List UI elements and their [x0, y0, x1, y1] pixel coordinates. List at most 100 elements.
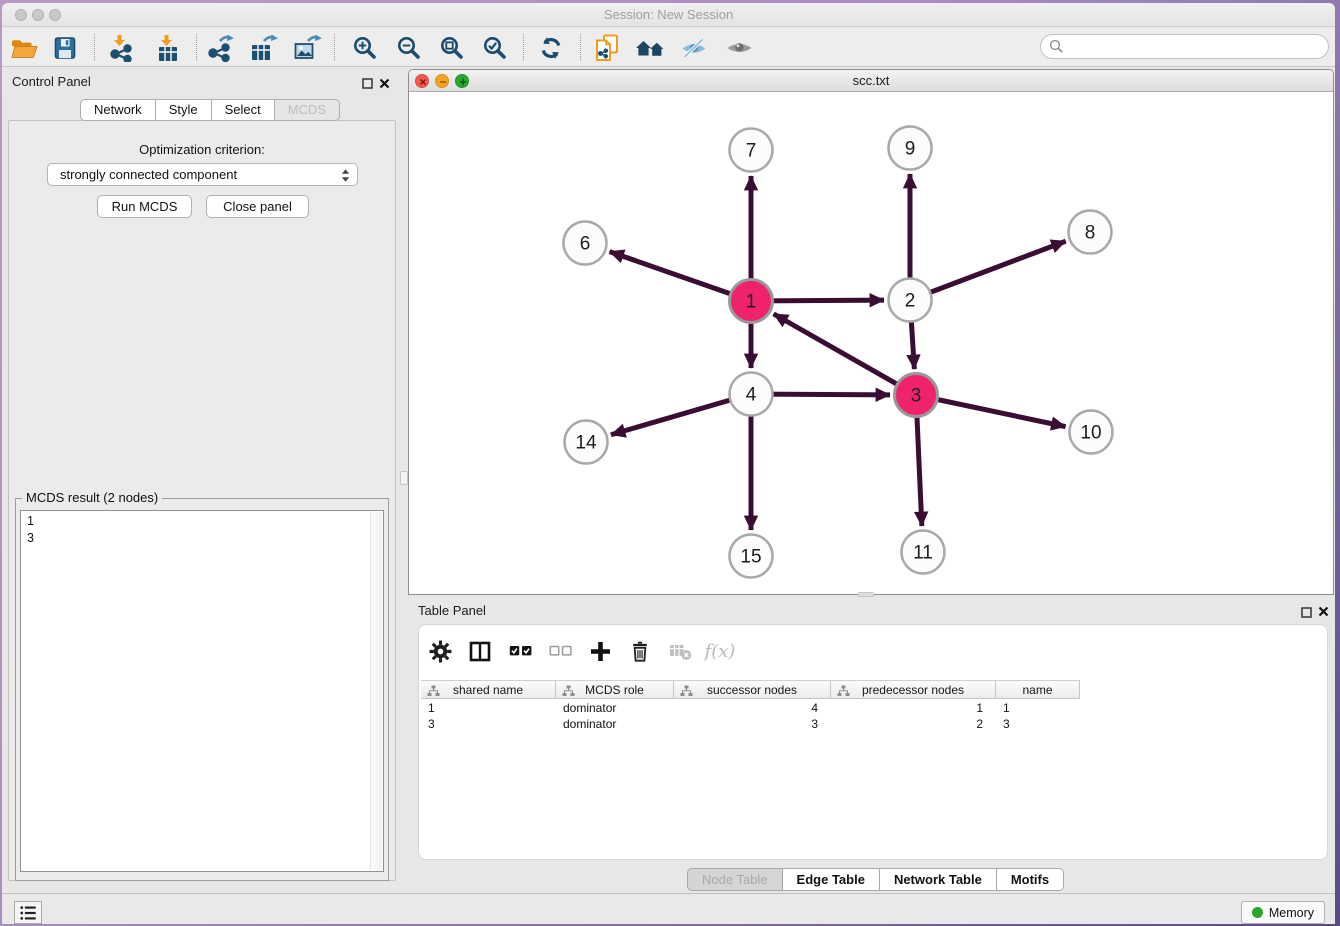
network-canvas[interactable]: 7968124314101511: [409, 92, 1333, 595]
table-panel-tabs: Node TableEdge TableNetwork TableMotifs: [687, 868, 1064, 891]
column-header-predecessor-nodes[interactable]: predecessor nodes: [831, 681, 996, 698]
show-eye-icon[interactable]: [723, 32, 755, 64]
cell-predecessor-nodes[interactable]: 1: [831, 700, 996, 716]
toolbar-separator: [196, 34, 197, 61]
optimization-criterion-label: Optimization criterion:: [9, 142, 395, 157]
import-table-icon[interactable]: [152, 32, 184, 64]
mcds-result-box[interactable]: 1 3: [20, 510, 384, 872]
zoom-fit-icon[interactable]: [436, 32, 468, 64]
tab-network[interactable]: Network: [80, 99, 156, 121]
column-header-name[interactable]: name: [996, 681, 1080, 698]
main-toolbar: [2, 28, 1335, 67]
criterion-dropdown[interactable]: strongly connected component: [47, 163, 358, 186]
import-network-icon[interactable]: [105, 32, 137, 64]
node-label-2: 2: [905, 291, 916, 312]
memory-button[interactable]: Memory: [1241, 901, 1325, 924]
cell-shared-name[interactable]: 1: [421, 700, 556, 716]
show-columns-icon[interactable]: [467, 639, 493, 663]
app-window: Session: New Session: [2, 3, 1335, 924]
zoom-selected-icon[interactable]: [479, 32, 511, 64]
search-box[interactable]: [1040, 34, 1329, 59]
memory-label: Memory: [1269, 906, 1314, 920]
zoom-in-icon[interactable]: [349, 32, 381, 64]
cell-successor-nodes[interactable]: 3: [674, 716, 831, 732]
save-icon[interactable]: [49, 32, 81, 64]
column-type-icon: [562, 685, 575, 697]
zoom-out-icon[interactable]: [393, 32, 425, 64]
network-window-title: scc.txt: [409, 73, 1333, 88]
column-type-icon: [427, 685, 440, 697]
export-image-icon[interactable]: [292, 32, 324, 64]
tab-node-table[interactable]: Node Table: [687, 868, 783, 891]
cell-predecessor-nodes[interactable]: 2: [831, 716, 996, 732]
unselect-all-columns-icon[interactable]: [547, 639, 573, 663]
network-window-titlebar[interactable]: scc.txt: [409, 70, 1333, 92]
status-bar: Memory: [2, 893, 1335, 924]
window-title: Session: New Session: [2, 7, 1335, 22]
tab-select[interactable]: Select: [212, 99, 275, 121]
search-input[interactable]: [1069, 39, 1319, 54]
table-panel-close-icon[interactable]: [1318, 604, 1330, 616]
task-history-button[interactable]: [14, 901, 42, 924]
hide-eye-icon[interactable]: [678, 32, 710, 64]
mcds-result-title: MCDS result (2 nodes): [22, 490, 162, 505]
search-icon: [1049, 39, 1064, 54]
refresh-icon[interactable]: [535, 32, 567, 64]
select-all-columns-icon[interactable]: [507, 639, 533, 663]
node-label-8: 8: [1085, 223, 1096, 244]
table-row[interactable]: 1dominator411: [421, 700, 1080, 716]
toolbar-separator: [580, 34, 581, 61]
node-label-1: 1: [746, 292, 757, 313]
table-panel-float-icon[interactable]: [1301, 605, 1313, 617]
cell-shared-name[interactable]: 3: [421, 716, 556, 732]
tab-style[interactable]: Style: [156, 99, 212, 121]
close-panel-button[interactable]: Close panel: [206, 195, 309, 218]
toolbar-separator: [94, 34, 95, 61]
cell-name[interactable]: 3: [996, 716, 1080, 732]
node-table-panel: f(x) shared nameMCDS rolesuccessor nodes…: [418, 624, 1328, 860]
function-builder-icon: f(x): [707, 639, 733, 663]
export-table-icon[interactable]: [248, 32, 280, 64]
node-label-3: 3: [911, 386, 922, 407]
insert-row-icon[interactable]: [587, 639, 613, 663]
tab-mcds[interactable]: MCDS: [275, 99, 340, 121]
edge-2-8[interactable]: [910, 241, 1066, 300]
run-mcds-button[interactable]: Run MCDS: [97, 195, 192, 218]
memory-status-dot: [1252, 907, 1263, 918]
tab-motifs[interactable]: Motifs: [997, 868, 1064, 891]
open-folder-icon[interactable]: [8, 32, 40, 64]
cell-name[interactable]: 1: [996, 700, 1080, 716]
table-row[interactable]: 3dominator323: [421, 716, 1080, 732]
column-header-mcds-role[interactable]: MCDS role: [556, 681, 674, 698]
column-header-shared-name[interactable]: shared name: [421, 681, 556, 698]
criterion-value: strongly connected component: [60, 167, 237, 182]
mcds-result-text: 1 3: [27, 513, 34, 547]
tab-network-table[interactable]: Network Table: [880, 868, 997, 891]
cell-successor-nodes[interactable]: 4: [674, 700, 831, 716]
cell-mcds-role[interactable]: dominator: [556, 700, 674, 716]
toolbar-separator: [523, 34, 524, 61]
node-label-6: 6: [580, 234, 591, 255]
tab-edge-table[interactable]: Edge Table: [783, 868, 880, 891]
home-icon[interactable]: [635, 32, 667, 64]
node-label-11: 11: [913, 543, 933, 564]
delete-rows-icon[interactable]: [627, 639, 653, 663]
control-panel-title: Control Panel: [12, 74, 91, 89]
control-panel-float-icon[interactable]: [362, 76, 374, 88]
node-label-15: 15: [740, 547, 761, 568]
node-label-10: 10: [1080, 423, 1101, 444]
column-header-successor-nodes[interactable]: successor nodes: [674, 681, 831, 698]
edge-3-1[interactable]: [774, 314, 916, 395]
control-panel-close-icon[interactable]: [379, 76, 391, 88]
mcds-result-fieldset: MCDS result (2 nodes) 1 3: [15, 498, 389, 881]
cell-mcds-role[interactable]: dominator: [556, 716, 674, 732]
result-scrollbar[interactable]: [370, 512, 382, 870]
network-document-icon[interactable]: [592, 32, 624, 64]
node-label-14: 14: [575, 433, 597, 454]
export-network-icon[interactable]: [205, 32, 237, 64]
vertical-splitter-handle[interactable]: [400, 471, 408, 485]
list-icon: [19, 904, 38, 922]
control-panel-tabs: NetworkStyleSelectMCDS: [80, 99, 340, 121]
horizontal-splitter-handle[interactable]: [858, 592, 874, 597]
settings-gear-icon[interactable]: [427, 639, 453, 663]
